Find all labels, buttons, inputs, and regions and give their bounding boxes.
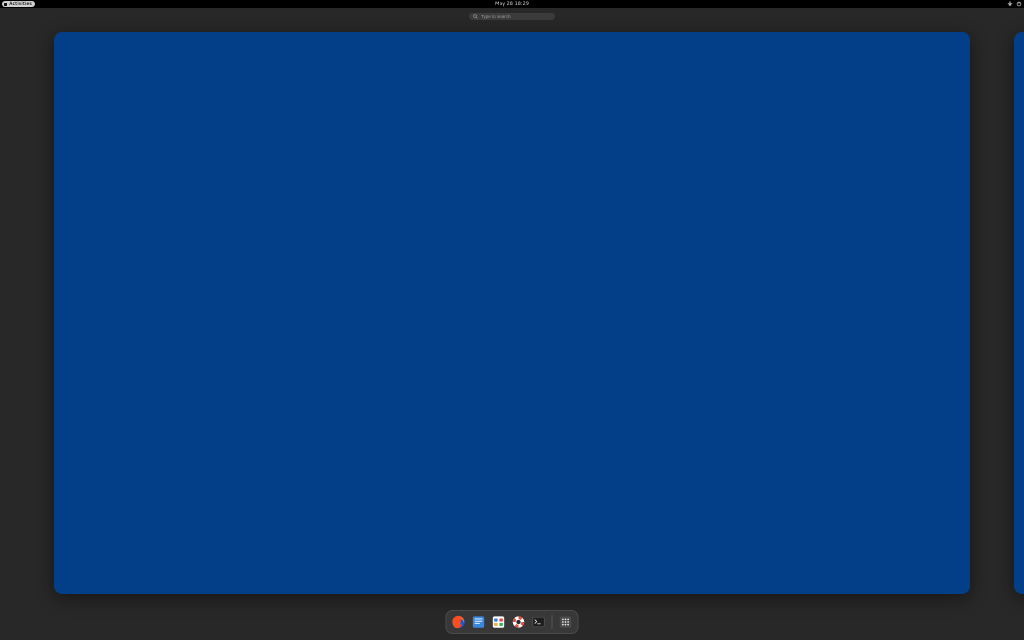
workspaces-overview — [0, 24, 1024, 604]
search-field[interactable] — [469, 13, 555, 20]
software-icon[interactable] — [491, 614, 507, 630]
search-icon — [473, 14, 478, 19]
help-icon[interactable] — [511, 614, 527, 630]
text-editor-icon[interactable] — [471, 614, 487, 630]
workspace-thumbnail-next[interactable] — [1014, 32, 1024, 594]
activities-button[interactable]: Activities — [2, 1, 35, 7]
search-input[interactable] — [481, 14, 551, 19]
show-applications-icon[interactable] — [558, 614, 574, 630]
workspace-thumbnail-current[interactable] — [54, 32, 970, 594]
clock[interactable]: May 28 18:29 — [495, 0, 529, 8]
activities-label: Activities — [9, 0, 32, 8]
activities-indicator-icon — [4, 3, 7, 6]
dash-separator — [552, 615, 553, 629]
dash — [446, 610, 579, 634]
system-status-area[interactable] — [1007, 1, 1022, 7]
accessibility-icon — [1007, 1, 1013, 7]
power-icon — [1016, 1, 1022, 7]
firefox-icon[interactable] — [451, 614, 467, 630]
top-bar: Activities May 28 18:29 — [0, 0, 1024, 8]
overview-search — [469, 13, 555, 20]
terminal-icon[interactable] — [531, 614, 547, 630]
